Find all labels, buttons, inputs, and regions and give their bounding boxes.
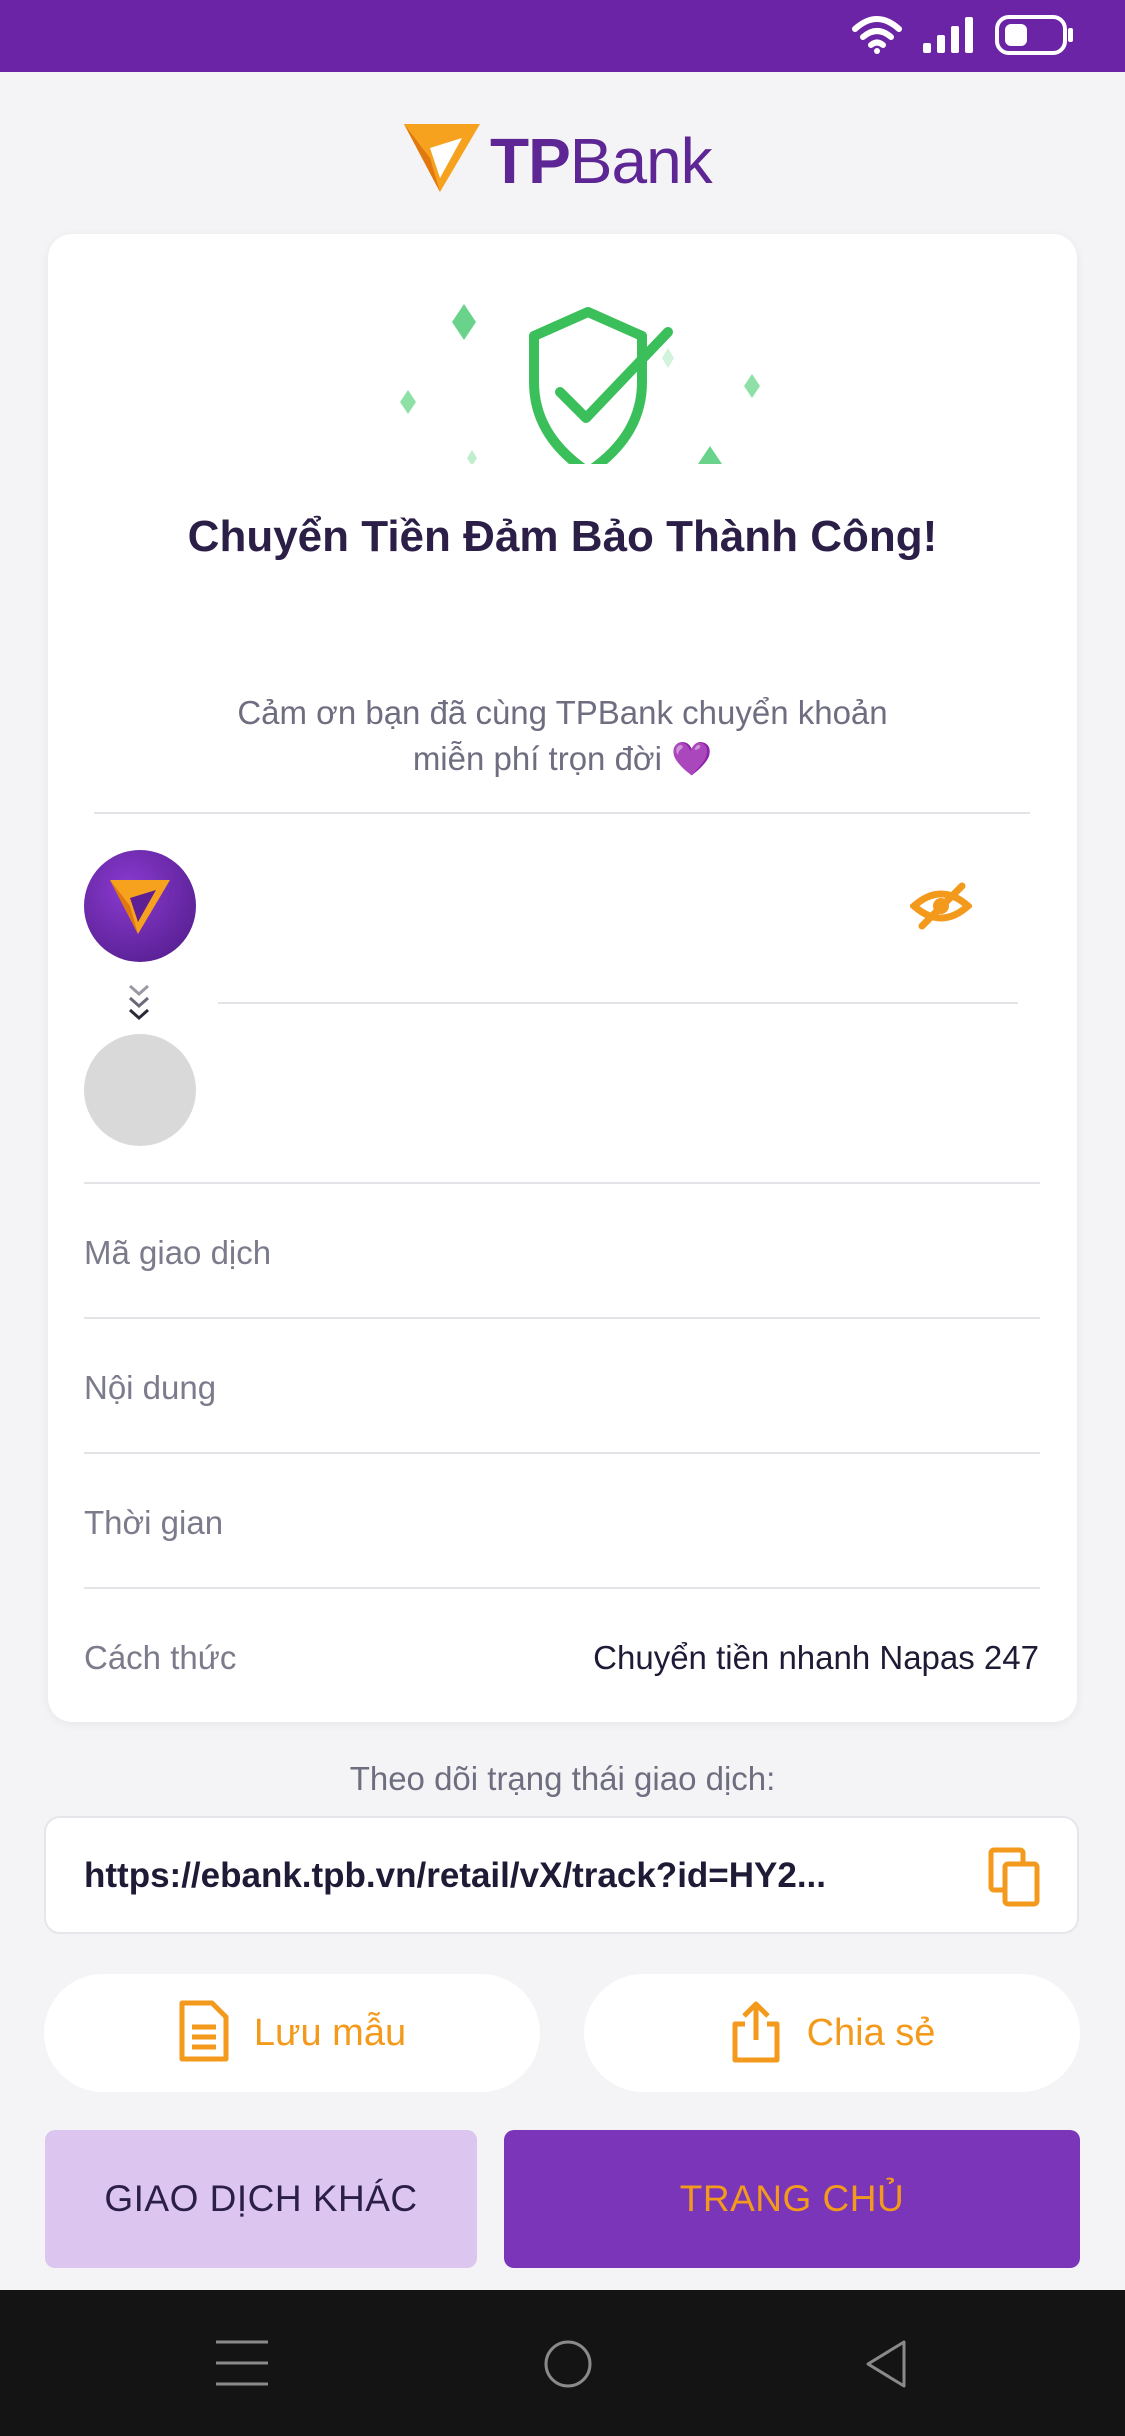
content-label: Nội dung [84, 1369, 217, 1406]
thanks-line-1: Cảm ơn bạn đã cùng TPBank chuyển khoản [237, 694, 888, 731]
menu-icon[interactable] [214, 2338, 270, 2393]
wifi-icon [851, 15, 903, 60]
tracking-link-box[interactable]: https://ebank.tpb.vn/retail/vX/track?id=… [44, 1816, 1079, 1934]
sender-avatar [84, 850, 196, 962]
divider [218, 1002, 1018, 1004]
tracking-label: Theo dõi trạng thái giao dịch: [349, 1760, 776, 1797]
signal-icon [921, 15, 977, 60]
tpbank-logo: TPBank [400, 118, 713, 203]
tpbank-logo-icon [400, 118, 484, 203]
status-bar [0, 0, 1125, 72]
divider [84, 1182, 1040, 1184]
home-button[interactable]: TRANG CHỦ [504, 2130, 1080, 2268]
home-circle-icon[interactable] [542, 2338, 594, 2395]
success-title: Chuyển Tiền Đảm Bảo Thành Công! [187, 512, 938, 561]
system-nav-bar [0, 2290, 1125, 2436]
copy-icon[interactable] [987, 1846, 1041, 1913]
logo-tp-text: TP [490, 124, 571, 197]
share-label: Chia sẻ [806, 2011, 936, 2054]
transaction-id-label: Mã giao dịch [84, 1234, 272, 1271]
back-icon[interactable] [864, 2338, 910, 2395]
share-icon [729, 1998, 783, 2069]
chevrons-down-icon [124, 982, 154, 1029]
eye-off-icon[interactable] [908, 880, 974, 937]
other-transaction-button[interactable]: GIAO DỊCH KHÁC [45, 2130, 477, 2268]
battery-icon [995, 14, 1075, 61]
divider [94, 812, 1030, 814]
receiver-avatar [84, 1034, 196, 1146]
divider [84, 1452, 1040, 1454]
thanks-message: Cảm ơn bạn đã cùng TPBank chuyển khoản m… [48, 690, 1077, 782]
tracking-url[interactable]: https://ebank.tpb.vn/retail/vX/track?id=… [84, 1856, 944, 1896]
time-label: Thời gian [84, 1504, 224, 1541]
save-template-button[interactable]: Lưu mẫu [44, 1974, 540, 2092]
thanks-line-2: miễn phí trọn đời 💜 [412, 740, 713, 777]
logo-bank-text: Bank [569, 124, 713, 197]
transaction-result-card: Chuyển Tiền Đảm Bảo Thành Công! Cảm ơn b… [48, 234, 1077, 1722]
method-value: Chuyển tiền nhanh Napas 247 [593, 1639, 1039, 1676]
method-label: Cách thức [84, 1639, 237, 1676]
save-template-label: Lưu mẫu [253, 2011, 407, 2054]
shield-check-icon [344, 264, 784, 480]
share-button[interactable]: Chia sẻ [584, 1974, 1080, 2092]
divider [84, 1317, 1040, 1319]
document-icon [178, 1999, 230, 2068]
tpbank-avatar-icon [110, 880, 170, 934]
divider [84, 1587, 1040, 1589]
